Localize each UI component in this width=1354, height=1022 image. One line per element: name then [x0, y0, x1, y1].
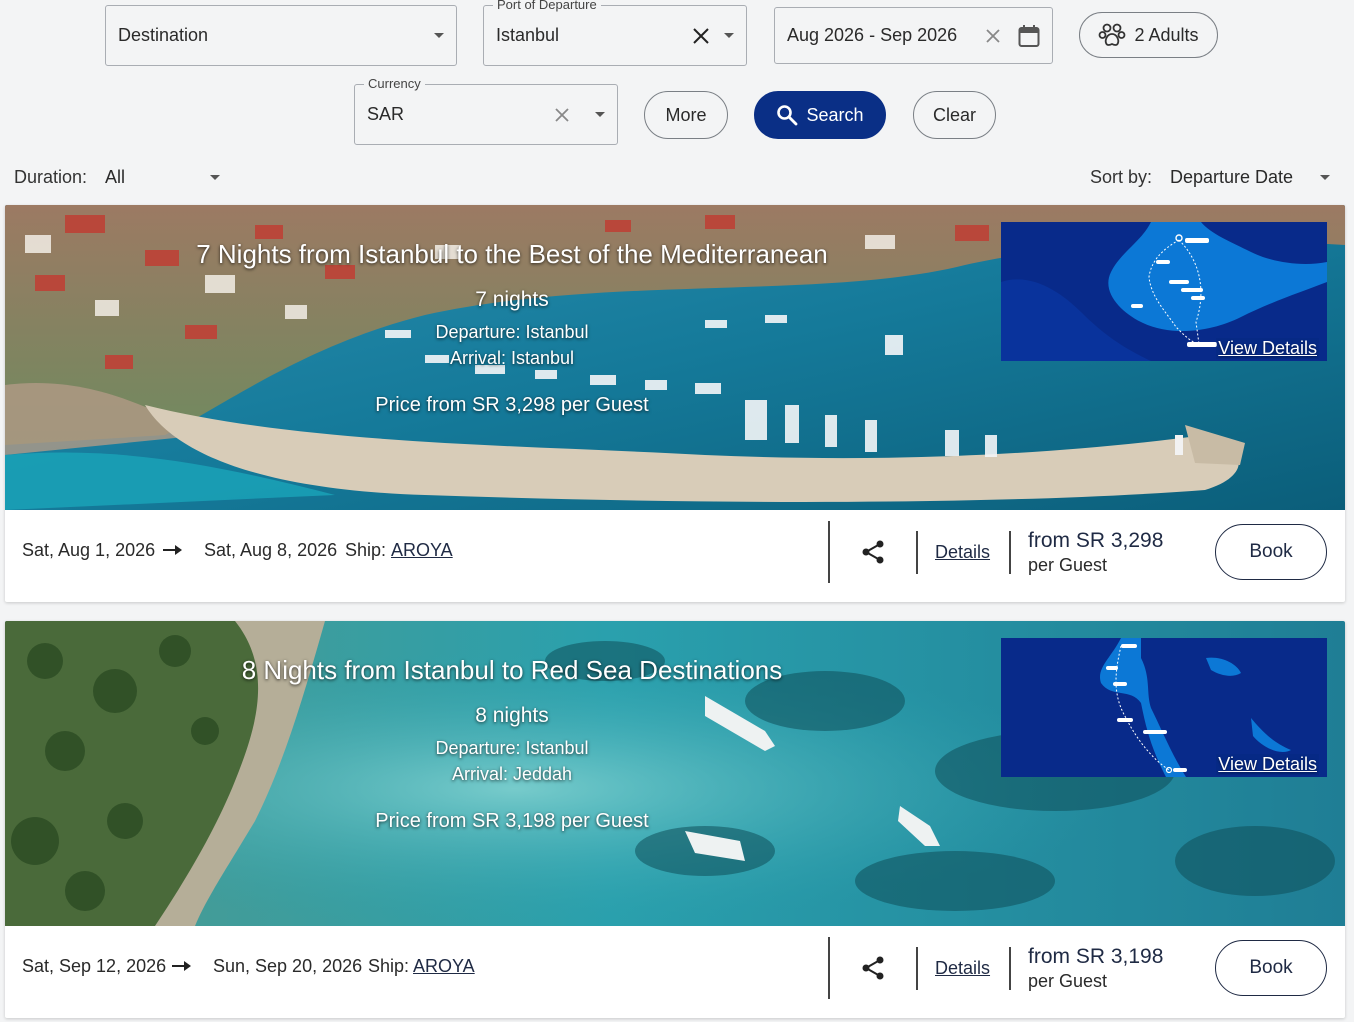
- cruise-card-footer: Sat, Aug 1, 2026 Sat, Aug 8, 2026 Ship: …: [5, 510, 1345, 602]
- calendar-icon[interactable]: [1018, 24, 1040, 47]
- close-icon[interactable]: [551, 104, 573, 126]
- ship-label: Ship:: [368, 956, 410, 976]
- date-range-field[interactable]: Aug 2026 - Sep 2026: [774, 7, 1053, 64]
- arrow-right-icon: [163, 545, 182, 555]
- clear-button[interactable]: Clear: [913, 91, 996, 139]
- divider: [828, 521, 830, 583]
- divider: [916, 947, 918, 990]
- cruise-nights: 8 nights: [475, 704, 549, 727]
- paw-icon: [1099, 23, 1126, 46]
- cruise-arrival: Arrival: Jeddah: [451, 764, 573, 784]
- arrow-right-icon: [172, 961, 191, 971]
- cruise-arrival: Arrival: Istanbul: [449, 348, 575, 368]
- cruise-hero-image[interactable]: 8 Nights from Istanbul to Red Sea Destin…: [5, 621, 1345, 926]
- duration-value: All: [105, 166, 126, 187]
- book-button[interactable]: Book: [1215, 940, 1327, 996]
- route-map[interactable]: View Details: [1001, 638, 1327, 777]
- divider: [916, 531, 918, 574]
- port-of-departure-select[interactable]: Port of Departure Istanbul: [483, 0, 747, 66]
- sort-label: Sort by:: [1090, 167, 1153, 187]
- share-icon[interactable]: [861, 539, 885, 570]
- close-icon[interactable]: [982, 25, 1004, 47]
- cruise-card-footer: Sat, Sep 12, 2026 Sun, Sep 20, 2026 Ship…: [5, 926, 1345, 1018]
- chevron-down-icon: [1320, 174, 1330, 180]
- ship-label: Ship:: [345, 540, 387, 560]
- ship-link[interactable]: AROYA: [391, 540, 453, 561]
- route-map[interactable]: View Details: [1001, 222, 1327, 361]
- start-date: Sat, Aug 1, 2026: [22, 540, 156, 560]
- search-button-label: Search: [806, 104, 864, 125]
- divider: [828, 937, 830, 999]
- cruise-card: 8 Nights from Istanbul to Red Sea Destin…: [5, 621, 1345, 1018]
- view-details-link[interactable]: View Details: [1216, 754, 1319, 775]
- chevron-down-icon: [724, 33, 734, 38]
- details-link[interactable]: Details: [935, 958, 990, 979]
- end-date: Sat, Aug 8, 2026: [204, 540, 338, 560]
- destination-select[interactable]: Destination: [105, 5, 457, 66]
- chevron-down-icon: [210, 174, 220, 180]
- close-icon[interactable]: [690, 25, 712, 47]
- port-of-departure-value: Istanbul: [496, 25, 560, 45]
- cruise-departure: Departure: Istanbul: [435, 322, 589, 342]
- cruise-title: 8 Nights from Istanbul to Red Sea Destin…: [241, 655, 783, 685]
- view-details-link[interactable]: View Details: [1216, 338, 1319, 359]
- chevron-down-icon: [595, 112, 605, 117]
- divider: [1009, 531, 1011, 574]
- currency-select[interactable]: Currency SAR: [354, 76, 618, 145]
- price-unit: per Guest: [1028, 971, 1108, 991]
- price-from: from SR 3,198: [1028, 945, 1164, 968]
- currency-label: Currency: [364, 76, 425, 92]
- sort-select[interactable]: Departure Date: [1170, 164, 1330, 190]
- port-of-departure-label: Port of Departure: [493, 0, 601, 13]
- end-date: Sun, Sep 20, 2026: [213, 956, 363, 976]
- start-date: Sat, Sep 12, 2026: [22, 956, 167, 976]
- destination-value: Destination: [118, 25, 209, 45]
- cruise-departure: Departure: Istanbul: [435, 738, 589, 758]
- date-range-value: Aug 2026 - Sep 2026: [787, 25, 958, 45]
- price-unit: per Guest: [1028, 555, 1108, 575]
- currency-value: SAR: [367, 104, 405, 124]
- sort-value: Departure Date: [1170, 166, 1294, 187]
- divider: [1009, 947, 1011, 990]
- book-button[interactable]: Book: [1215, 524, 1327, 580]
- share-icon[interactable]: [861, 955, 885, 986]
- chevron-down-icon: [434, 33, 444, 38]
- guests-label: 2 Adults: [1134, 24, 1199, 45]
- search-icon: [777, 105, 798, 126]
- cruise-price-banner: Price from SR 3,298 per Guest: [375, 394, 649, 416]
- more-button[interactable]: More: [644, 91, 728, 139]
- clear-button-label: Clear: [932, 104, 976, 125]
- book-button-label: Book: [1249, 541, 1293, 562]
- duration-select[interactable]: All: [105, 164, 220, 190]
- ship-link[interactable]: AROYA: [413, 956, 475, 977]
- guests-button[interactable]: 2 Adults: [1079, 12, 1218, 58]
- cruise-price-banner: Price from SR 3,198 per Guest: [375, 810, 649, 832]
- book-button-label: Book: [1249, 957, 1293, 978]
- cruise-card: 7 Nights from Istanbul to the Best of th…: [5, 205, 1345, 602]
- duration-label: Duration:: [14, 167, 88, 187]
- cruise-title: 7 Nights from Istanbul to the Best of th…: [196, 239, 828, 269]
- cruise-hero-image[interactable]: 7 Nights from Istanbul to the Best of th…: [5, 205, 1345, 510]
- price-from: from SR 3,298: [1028, 529, 1164, 552]
- details-link[interactable]: Details: [935, 542, 990, 563]
- more-button-label: More: [665, 104, 707, 125]
- search-button[interactable]: Search: [754, 91, 886, 139]
- cruise-nights: 7 nights: [475, 288, 549, 311]
